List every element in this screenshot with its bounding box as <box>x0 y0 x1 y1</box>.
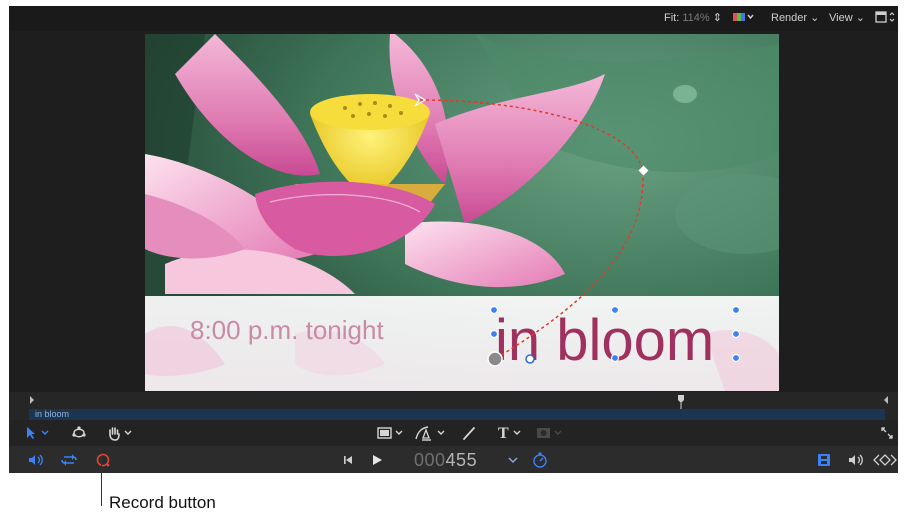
mask-tool-icon <box>537 428 562 438</box>
canvas-viewer[interactable]: 8:00 p.m. tonight in bloom <box>145 34 779 391</box>
fit-label: Fit: <box>664 12 680 24</box>
timecode-frame: 455 <box>445 450 478 470</box>
window-layout-icon <box>875 11 895 23</box>
view-popup[interactable]: View ⌄ <box>829 11 865 24</box>
lotus-flower-image: 8:00 p.m. tonight in bloom <box>145 34 779 391</box>
motion-app-window: Fit: 114% ⇕ Render ⌄ View ⌄ 8:00 p.m. to… <box>9 6 898 473</box>
keyframe-navigation-icon[interactable] <box>873 454 897 466</box>
svg-text:T: T <box>498 425 509 442</box>
clip-label: in bloom <box>35 409 70 419</box>
go-to-start-icon[interactable] <box>342 454 354 466</box>
select-transform-tool-icon[interactable] <box>24 426 54 440</box>
filmstrip-icon[interactable] <box>817 453 831 467</box>
callout-line <box>101 456 102 506</box>
timeline-clip-bar[interactable]: in bloom <box>29 409 885 420</box>
render-label: Render <box>771 12 808 24</box>
timecode-display[interactable]: 000455 <box>414 450 477 471</box>
playhead[interactable] <box>678 395 684 403</box>
up-down-arrows-icon: ⇕ <box>712 12 722 24</box>
callout-label: Record button <box>109 493 216 512</box>
play-range-in-marker[interactable] <box>30 396 34 404</box>
color-channels-popup[interactable] <box>732 11 754 26</box>
play-range-out-marker[interactable] <box>884 396 888 404</box>
layout-popup[interactable] <box>875 11 895 26</box>
timecode-leading-zeros: 000 <box>414 450 446 470</box>
loop-playback-icon[interactable] <box>60 453 78 467</box>
expand-icon[interactable] <box>880 426 894 440</box>
timing-clock-icon[interactable] <box>531 451 549 469</box>
pivot-point[interactable] <box>525 354 535 364</box>
mini-timeline[interactable]: in bloom <box>9 392 898 420</box>
chevron-down-icon: ⌄ <box>810 12 820 24</box>
text-tool-icon[interactable]: T <box>496 424 526 442</box>
pan-hand-tool-icon[interactable] <box>107 425 135 441</box>
canvas-toolbar: T <box>9 420 898 446</box>
fit-zoom-popup[interactable]: Fit: 114% ⇕ <box>664 11 722 24</box>
bezier-pen-tool-icon[interactable] <box>414 425 448 441</box>
subtitle-text[interactable]: 8:00 p.m. tonight <box>190 315 384 345</box>
shape-tool-icon[interactable] <box>376 426 406 440</box>
volume-icon[interactable] <box>847 453 865 467</box>
chevron-down-icon[interactable] <box>507 456 519 466</box>
record-button[interactable] <box>95 452 113 468</box>
color-channels-icon <box>733 13 754 21</box>
view-label: View <box>829 12 853 24</box>
paint-stroke-tool-icon[interactable] <box>461 425 477 441</box>
anchor-point[interactable] <box>487 351 503 367</box>
canvas-header-bar: Fit: 114% ⇕ Render ⌄ View ⌄ <box>9 6 898 31</box>
render-popup[interactable]: Render ⌄ <box>771 11 819 24</box>
play-icon[interactable] <box>371 454 383 466</box>
adjust-item-tool-icon[interactable] <box>71 425 87 441</box>
audio-playback-icon[interactable] <box>27 453 45 467</box>
transport-bar: 000455 <box>9 446 898 473</box>
fit-value: 114% <box>682 12 710 24</box>
chevron-down-icon: ⌄ <box>855 12 865 24</box>
